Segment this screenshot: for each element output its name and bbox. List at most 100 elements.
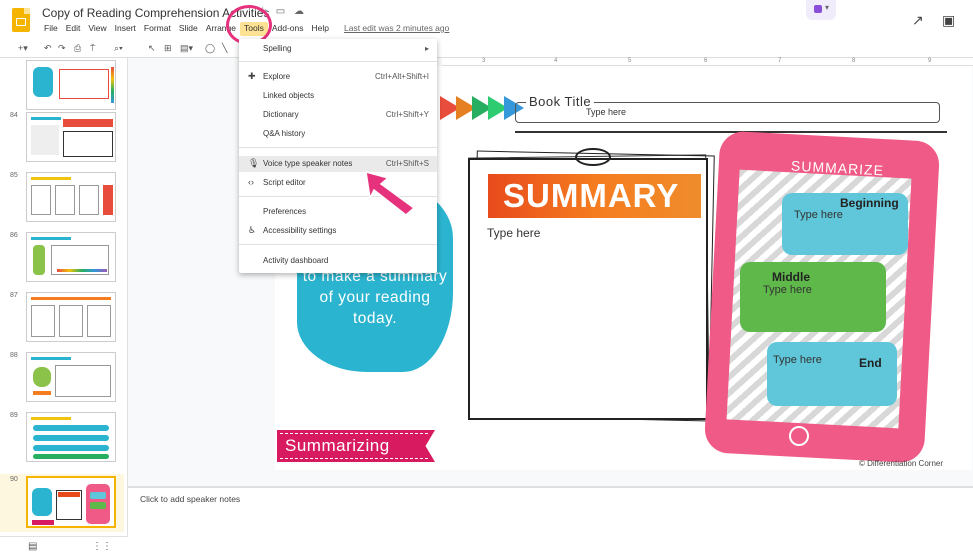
book-title-input[interactable]: Type here bbox=[586, 107, 626, 117]
menu-view[interactable]: View bbox=[84, 22, 110, 36]
menu-help[interactable]: Help bbox=[308, 22, 333, 36]
ruler-number: 9 bbox=[928, 58, 932, 64]
menu-item-explore[interactable]: ✚ Explore Ctrl+Alt+Shift+I bbox=[239, 69, 437, 85]
menu-item-shortcut: Ctrl+Shift+S bbox=[385, 159, 429, 168]
instruction-text[interactable]: to make a summary of your reading today. bbox=[297, 266, 453, 329]
toolbar: +▾ ↶ ↷ ⎙ ⍑ ⌕▾ ↖ ⊞ ▤▾ ◯ ╲ bbox=[0, 40, 973, 58]
slide-thumbnail[interactable] bbox=[26, 112, 116, 162]
summary-heading: SUMMARY bbox=[503, 177, 680, 214]
menu-item-label: Accessibility settings bbox=[263, 226, 337, 235]
menu-edit[interactable]: Edit bbox=[62, 22, 85, 36]
menu-item-spelling[interactable]: Spelling ▸ bbox=[239, 41, 437, 57]
speaker-notes-panel[interactable]: Click to add speaker notes bbox=[128, 488, 973, 557]
menu-item-label: Spelling bbox=[263, 44, 292, 53]
menu-insert[interactable]: Insert bbox=[111, 22, 140, 36]
menu-item-activity-dashboard[interactable]: Activity dashboard bbox=[239, 253, 437, 269]
slides-logo-icon[interactable] bbox=[12, 8, 30, 32]
select-icon[interactable]: ↖ bbox=[148, 43, 156, 54]
end-label: End bbox=[859, 356, 882, 370]
accessibility-icon: ♿︎ bbox=[248, 225, 257, 235]
image-icon[interactable]: ▤▾ bbox=[180, 43, 193, 54]
undo-icon[interactable]: ↶ bbox=[44, 43, 52, 54]
divider-line bbox=[515, 131, 947, 133]
menu-item-shortcut: Ctrl+Alt+Shift+I bbox=[374, 72, 429, 81]
redo-icon[interactable]: ↷ bbox=[58, 43, 66, 54]
trend-icon[interactable]: ↗ bbox=[912, 12, 924, 29]
print-icon[interactable]: ⎙ bbox=[74, 43, 81, 54]
middle-input[interactable]: Type here bbox=[763, 284, 812, 296]
paperclip-icon bbox=[575, 148, 611, 166]
menu-slide[interactable]: Slide bbox=[175, 22, 202, 36]
ruler-number: 4 bbox=[554, 58, 558, 64]
ruler-number: 6 bbox=[704, 58, 708, 64]
tools-menu-dropdown: Spelling ▸ ✚ Explore Ctrl+Alt+Shift+I Li… bbox=[239, 39, 437, 273]
filmstrip-view-toggle: ▤ ⋮⋮ bbox=[0, 536, 128, 557]
paint-format-icon[interactable]: ⍑ bbox=[90, 43, 95, 54]
end-bubble[interactable] bbox=[767, 342, 897, 406]
last-edit-link[interactable]: Last edit was 2 minutes ago bbox=[344, 23, 449, 33]
text-box-icon[interactable]: ⊞ bbox=[164, 43, 172, 54]
slide-number: 90 bbox=[10, 476, 18, 483]
ruler-number: 7 bbox=[778, 58, 782, 64]
menu-item-linked-objects[interactable]: Linked objects bbox=[239, 88, 437, 104]
menu-item-shortcut: Ctrl+Shift+Y bbox=[385, 110, 429, 119]
menu-bar: File Edit View Insert Format Slide Arran… bbox=[40, 22, 333, 36]
chevron-right-icon: ▸ bbox=[424, 44, 429, 53]
slide-thumbnail[interactable] bbox=[26, 60, 116, 110]
middle-label: Middle bbox=[772, 270, 810, 284]
beginning-input[interactable]: Type here bbox=[794, 209, 843, 221]
app-header: Copy of Reading Comprehension Activities… bbox=[0, 0, 973, 45]
ruler-number: 5 bbox=[628, 58, 632, 64]
slide-number: 86 bbox=[10, 232, 18, 239]
slide-thumbnail[interactable] bbox=[26, 352, 116, 402]
end-input[interactable]: Type here bbox=[773, 354, 822, 366]
code-icon: ‹› bbox=[248, 177, 254, 187]
copyright-text: © Differentiation Corner bbox=[859, 459, 944, 468]
slide-filmstrip: 84 85 86 87 88 89 90 bbox=[0, 58, 128, 536]
menu-item-label: Script editor bbox=[263, 178, 306, 187]
addon-icon bbox=[814, 5, 822, 13]
filmstrip-view-icon[interactable]: ▤ bbox=[28, 541, 37, 552]
folder-icon[interactable]: ▭ bbox=[276, 6, 285, 17]
slide-thumbnail[interactable] bbox=[26, 232, 116, 282]
menu-format[interactable]: Format bbox=[140, 22, 175, 36]
menu-addons[interactable]: Add-ons bbox=[268, 22, 308, 36]
menu-item-qa-history[interactable]: Q&A history bbox=[239, 126, 437, 142]
menu-item-dictionary[interactable]: Dictionary Ctrl+Shift+Y bbox=[239, 107, 437, 123]
line-icon[interactable]: ╲ bbox=[222, 43, 227, 54]
slide-number: 85 bbox=[10, 172, 18, 179]
chevron-down-icon: ▾ bbox=[825, 3, 830, 12]
grid-view-icon[interactable]: ⋮⋮ bbox=[92, 541, 112, 552]
summarizing-banner-text: Summarizing bbox=[285, 436, 390, 455]
menu-item-label: Preferences bbox=[263, 207, 307, 216]
slide-number: 84 bbox=[10, 112, 18, 119]
slide-thumbnail[interactable] bbox=[26, 292, 116, 342]
slide-number: 88 bbox=[10, 352, 18, 359]
slide-thumbnail-selected[interactable] bbox=[26, 476, 116, 528]
new-slide-icon[interactable]: +▾ bbox=[18, 43, 28, 54]
addon-chip[interactable]: ▾ bbox=[806, 0, 836, 20]
shape-icon[interactable]: ◯ bbox=[205, 43, 215, 54]
menu-divider bbox=[239, 244, 437, 245]
menu-item-label: Voice type speaker notes bbox=[263, 159, 353, 168]
menu-file[interactable]: File bbox=[40, 22, 62, 36]
middle-bubble[interactable] bbox=[740, 262, 886, 332]
pointer-arrow-icon bbox=[365, 170, 416, 216]
slide-thumbnail[interactable] bbox=[26, 172, 116, 222]
comment-icon[interactable]: ▣ bbox=[942, 12, 955, 29]
explore-icon: ✚ bbox=[248, 71, 256, 81]
menu-item-label: Explore bbox=[263, 72, 291, 81]
menu-item-accessibility-settings[interactable]: ♿︎ Accessibility settings bbox=[239, 223, 437, 239]
slide-number: 87 bbox=[10, 292, 18, 299]
microphone-icon: 🎙︎ bbox=[248, 158, 260, 168]
zoom-icon[interactable]: ⌕▾ bbox=[114, 43, 123, 54]
summary-input[interactable]: Type here bbox=[487, 226, 540, 240]
menu-item-label: Q&A history bbox=[263, 129, 306, 138]
speaker-notes-input[interactable]: Click to add speaker notes bbox=[140, 494, 240, 504]
ruler-number: 8 bbox=[852, 58, 856, 64]
menu-divider bbox=[239, 147, 437, 148]
slide-thumbnail[interactable] bbox=[26, 412, 116, 462]
menu-divider bbox=[239, 61, 437, 62]
ruler-number: 3 bbox=[482, 58, 486, 64]
slides-app: Copy of Reading Comprehension Activities… bbox=[0, 0, 973, 557]
